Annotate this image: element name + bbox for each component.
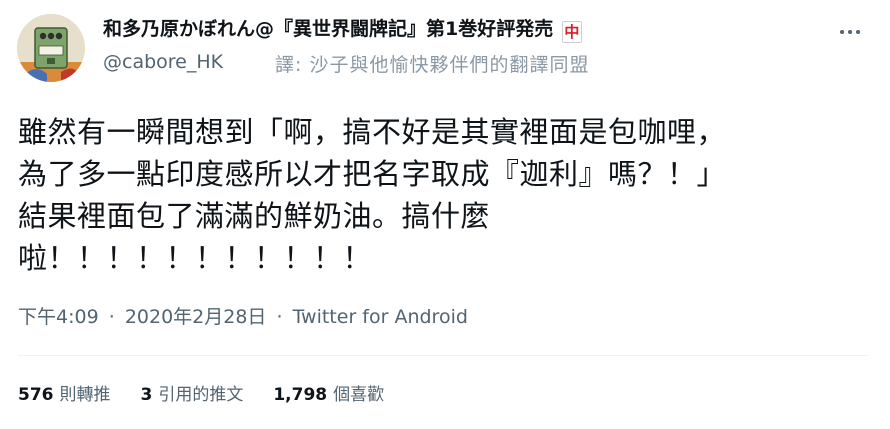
tweet-text-line: 雖然有一瞬間想到「啊，搞不好是其實裡面是包咖哩，: [18, 115, 727, 149]
author-name-text: 和多乃原かぼれん@『異世界闘牌記』第1巻好評発売: [103, 18, 554, 40]
quotes-label: 引用的推文: [158, 385, 244, 405]
tweet-stats: 576 則轉推 3 引用的推文 1,798 個喜歡: [18, 382, 384, 408]
tweet-text: 雖然有一瞬間想到「啊，搞不好是其實裡面是包咖哩， 為了多一點印度感所以才把名字取…: [18, 111, 868, 279]
divider: [18, 355, 868, 356]
author-handle[interactable]: @cabore_HK: [103, 50, 223, 74]
quotes-count: 3: [140, 385, 153, 405]
likes-label: 個喜歡: [333, 385, 385, 405]
more-options-button[interactable]: [832, 20, 868, 44]
mahjong-badge-icon: 中: [561, 21, 582, 43]
meta-separator: ·: [276, 306, 283, 328]
tweet-time: 下午4:09: [18, 306, 99, 328]
tweet-text-line: 為了多一點印度感所以才把名字取成『迦利』嗎？！」: [18, 157, 727, 191]
author-display-name[interactable]: 和多乃原かぼれん@『異世界闘牌記』第1巻好評発売 中: [103, 17, 582, 43]
avatar-image: [17, 14, 85, 82]
tweet-text-line: 結果裡面包了滿滿的鮮奶油。搞什麼: [18, 199, 491, 233]
tweet-timestamp-link[interactable]: 下午4:09 · 2020年2月28日: [18, 306, 272, 328]
tweet-text-line: 啦！！！！！！！！！！！: [18, 241, 373, 275]
likes-stat[interactable]: 1,798 個喜歡: [273, 382, 384, 408]
translation-credit: 譯: 沙子與他愉快夥伴們的翻譯同盟: [275, 54, 590, 76]
retweets-count: 576: [18, 385, 54, 405]
avatar[interactable]: [17, 14, 85, 82]
quotes-stat[interactable]: 3 引用的推文: [141, 382, 244, 408]
retweets-stat[interactable]: 576 則轉推: [18, 382, 111, 408]
tweet-date: 2020年2月28日: [124, 306, 267, 328]
tweet-meta: 下午4:09 · 2020年2月28日 · Twitter for Androi…: [18, 304, 468, 330]
meta-separator: ·: [108, 306, 115, 328]
likes-count: 1,798: [273, 385, 328, 405]
tweet-source-link[interactable]: Twitter for Android: [293, 306, 468, 328]
more-horizontal-icon: [840, 30, 860, 34]
retweets-label: 則轉推: [59, 385, 111, 405]
